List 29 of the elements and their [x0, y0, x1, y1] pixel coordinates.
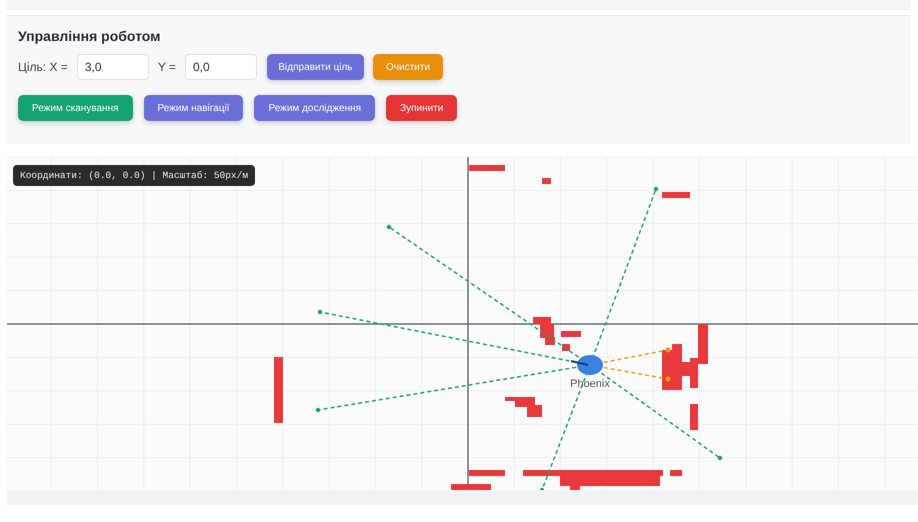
send-target-button[interactable]: Відправити ціль [266, 54, 364, 80]
clear-button[interactable]: Очистити [372, 54, 443, 80]
obstacle-cell [469, 470, 505, 476]
obstacle-cell [670, 470, 682, 476]
obstacle-cell [662, 350, 682, 390]
obstacle-cell [527, 405, 542, 417]
obstacle-cell [451, 484, 491, 490]
obstacle-cell [469, 165, 505, 171]
obstacle-cell [662, 192, 690, 198]
obstacle-cell [540, 324, 554, 338]
obstacle-cell [562, 344, 570, 351]
obstacle-cell [515, 397, 535, 407]
map-status-label: Координати: (0.0, 0.0) | Масштаб: 50px/м [13, 165, 256, 186]
obstacle-cell [542, 178, 551, 184]
robot-name: Phoenix [570, 378, 610, 390]
obstacle-cell [698, 324, 708, 364]
mode-button[interactable]: Режим навігації [144, 95, 244, 121]
obstacle-cell [274, 357, 283, 423]
target-y-label: Y = [158, 60, 176, 74]
obstacle-cell [561, 331, 581, 337]
mode-button[interactable]: Режим сканування [18, 95, 133, 121]
mode-button[interactable]: Режим дослідження [254, 95, 376, 121]
panel-title: Управління роботом [18, 28, 162, 44]
robot-icon[interactable] [570, 355, 603, 375]
target-x-label: Ціль: X = [18, 60, 68, 74]
target-x-field[interactable]: 3,0 [76, 54, 149, 80]
obstacle-cell [690, 404, 698, 430]
target-y-field[interactable]: 0,0 [184, 54, 257, 80]
stop-button[interactable]: Зупинити [386, 95, 458, 121]
